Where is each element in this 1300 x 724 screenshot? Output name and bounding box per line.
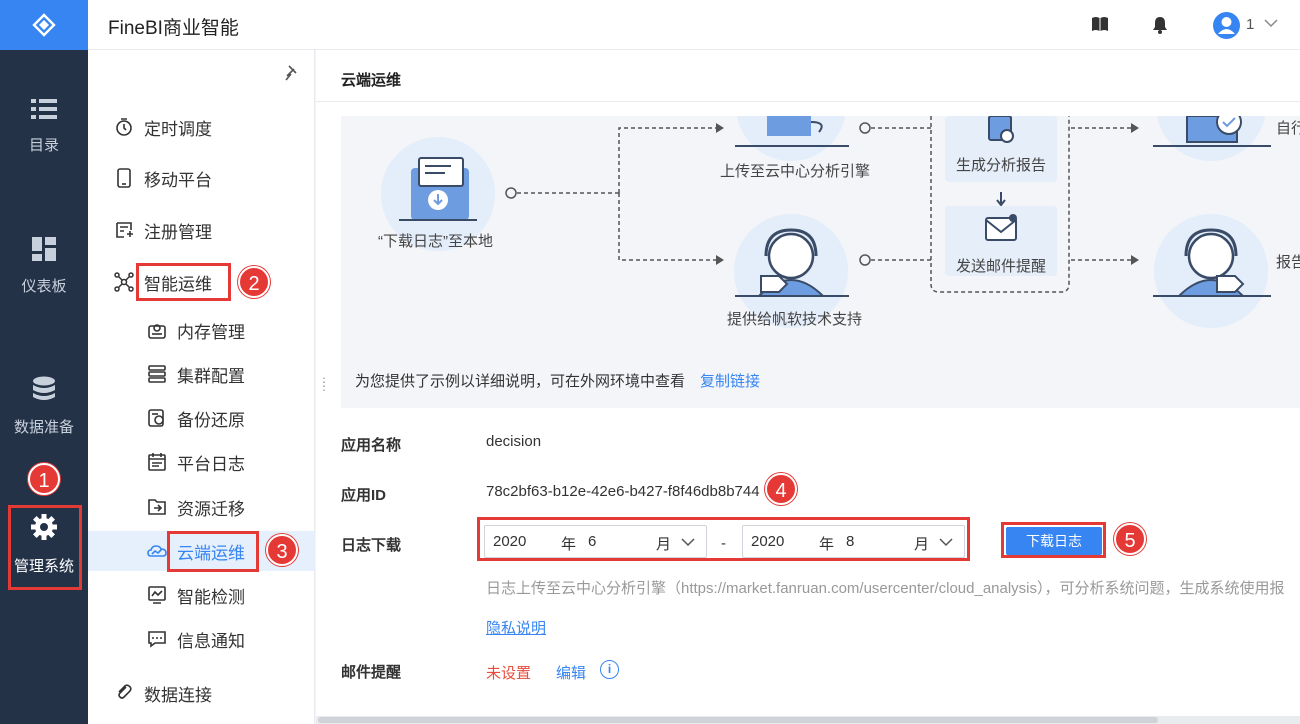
rail-item-data-prep[interactable]: 数据准备 (0, 376, 88, 437)
bell-icon[interactable] (1152, 16, 1168, 34)
horizontal-scrollbar[interactable] (316, 716, 1300, 724)
flow-label-download: “下载日志”至本地 (378, 233, 493, 250)
flow-label-mail: 发送邮件提醒 (956, 258, 1047, 275)
main-content: 云端运维 “下载日志”至本地 上传至云中心分析引擎 生成分析报告 发送邮件提醒 … (316, 50, 1300, 724)
backup-icon (148, 409, 164, 427)
rail-item-dashboard[interactable]: 仪表板 (0, 237, 88, 296)
flow-diagram: “下载日志”至本地 上传至云中心分析引擎 生成分析报告 发送邮件提醒 提供给帆软… (341, 116, 1300, 408)
annotation-badge-3: 3 (266, 534, 298, 566)
annotation-badge-2: 2 (238, 266, 270, 298)
annotation-box-2 (136, 263, 231, 301)
sub-nav: 定时调度 移动平台 注册管理 智能运维 内存管理 集群配置 备份还原 平台日志 … (88, 50, 315, 724)
rail-item-label: 目录 (28, 137, 59, 154)
rail-item-label: 数据准备 (13, 419, 74, 436)
edit-link[interactable]: 编辑 (556, 662, 586, 683)
logo[interactable] (0, 0, 88, 50)
pin-icon[interactable] (284, 64, 300, 82)
flow-label-support: 提供给帆软技术支持 (727, 311, 863, 328)
nav-label: 智能检测 (177, 587, 245, 607)
nav-label: 内存管理 (177, 322, 245, 342)
user-name[interactable]: 1 (1246, 16, 1254, 33)
page-header: 云端运维 (316, 50, 1300, 102)
flow-label-report: 生成分析报告 (956, 157, 1047, 174)
network-icon (114, 272, 134, 292)
app-name-label: 应用名称 (341, 437, 402, 454)
nav-label: 资源迁移 (177, 499, 245, 519)
page-title: 云端运维 (341, 72, 402, 89)
annotation-badge-5: 5 (1114, 523, 1146, 555)
app-name-value: decision (486, 433, 542, 450)
log-icon (148, 453, 166, 471)
scrollbar-thumb[interactable] (318, 717, 1158, 723)
book-icon[interactable] (1091, 16, 1109, 32)
flow-label-self: 自行 (1276, 120, 1300, 137)
app-id-label: 应用ID (341, 487, 387, 504)
rail-item-label: 仪表板 (21, 278, 67, 295)
nav-label: 集群配置 (177, 366, 245, 386)
nav-item-migrate[interactable]: 资源迁移 (88, 487, 315, 527)
nav-item-memory[interactable]: 内存管理 (88, 310, 315, 350)
nav-label: 注册管理 (144, 222, 212, 242)
mail-status: 未设置 (486, 665, 532, 682)
log-download-label: 日志下载 (341, 537, 402, 554)
message-icon (148, 631, 166, 648)
app-rail: 目录 仪表板 数据准备 管理系统 (0, 0, 88, 724)
nav-item-notify[interactable]: 信息通知 (88, 619, 315, 659)
nav-label: 数据连接 (144, 685, 212, 705)
nav-item-platform-log[interactable]: 平台日志 (88, 442, 315, 482)
memory-icon (148, 324, 166, 339)
nav-label: 移动平台 (144, 170, 212, 190)
flow-label-report-right: 报告 (1276, 254, 1300, 271)
migrate-icon (148, 499, 166, 515)
annotation-box-1 (8, 505, 82, 590)
nav-label: 定时调度 (144, 119, 212, 139)
annotation-box-5 (1001, 522, 1106, 558)
list-icon (31, 99, 57, 119)
nav-label: 备份还原 (177, 410, 245, 430)
annotation-badge-1: 1 (28, 463, 60, 495)
cluster-icon (148, 365, 166, 383)
nav-item-schedule[interactable]: 定时调度 (88, 107, 315, 147)
mobile-icon (117, 168, 131, 188)
flow-label-upload: 上传至云中心分析引擎 (720, 163, 871, 180)
nav-item-backup[interactable]: 备份还原 (88, 398, 315, 438)
info-icon[interactable]: i (600, 660, 619, 679)
annotation-box-date-range (477, 517, 970, 561)
app-title: FineBI商业智能 (108, 18, 239, 39)
register-icon (116, 222, 133, 238)
app-id-value: 78c2bf63-b12e-42e6-b427-f8f46db8b744 (486, 483, 760, 500)
top-bar: FineBI商业智能 1 (88, 0, 1300, 50)
annotation-badge-4: 4 (765, 473, 797, 505)
annotation-box-3 (167, 531, 259, 572)
upload-hint: 日志上传至云中心分析引擎（https://market.fanruan.com/… (486, 580, 1285, 597)
nav-item-register[interactable]: 注册管理 (88, 210, 315, 250)
logo-icon (32, 13, 56, 37)
nav-item-data-connection[interactable]: 数据连接 (88, 673, 315, 713)
rail-item-catalog[interactable]: 目录 (0, 98, 88, 155)
mail-label: 邮件提醒 (341, 664, 402, 681)
flow-note: 为您提供了示例以详细说明，可在外网环境中查看 (355, 373, 686, 390)
avatar[interactable] (1213, 12, 1240, 39)
user-icon (1218, 17, 1235, 34)
copy-link[interactable]: 复制链接 (700, 370, 760, 391)
cloud-ops-icon (147, 545, 167, 557)
chevron-down-icon[interactable] (1264, 19, 1278, 28)
monitor-icon (148, 586, 166, 604)
nav-label: 平台日志 (177, 454, 245, 474)
nav-item-cluster[interactable]: 集群配置 (88, 354, 315, 394)
nav-label: 信息通知 (177, 631, 245, 651)
database-icon (33, 376, 55, 400)
timer-icon (116, 118, 132, 136)
nav-item-smart-check[interactable]: 智能检测 (88, 575, 315, 615)
nav-item-mobile[interactable]: 移动平台 (88, 158, 315, 198)
privacy-link[interactable]: 隐私说明 (486, 617, 546, 638)
link-icon (118, 684, 132, 699)
resize-handle[interactable]: ⋮ ⋮ (318, 376, 330, 392)
dashboard-icon (32, 237, 56, 261)
